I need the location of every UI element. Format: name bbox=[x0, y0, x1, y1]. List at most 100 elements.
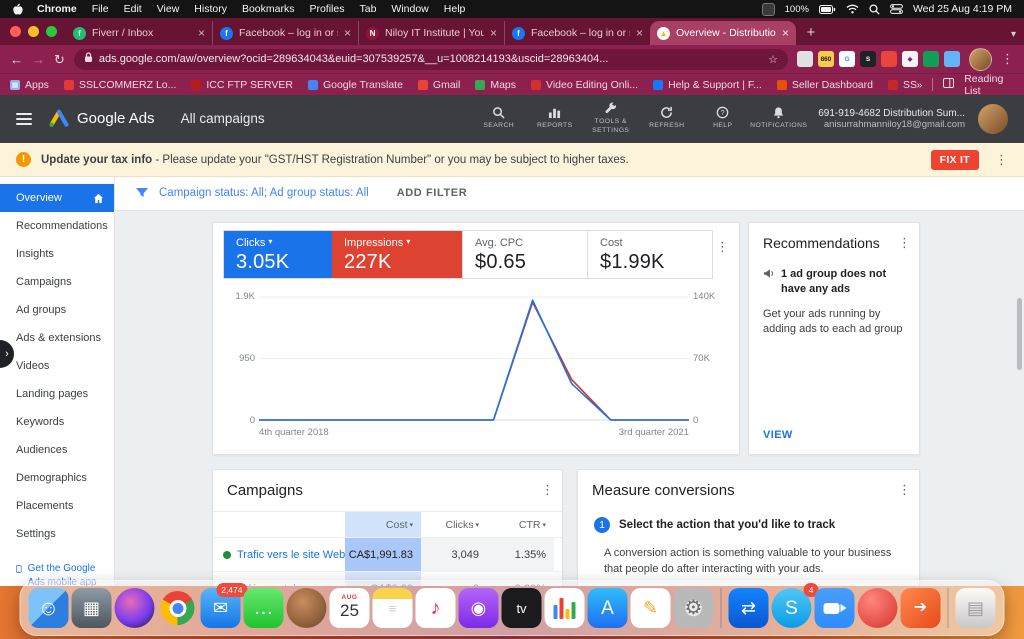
view-link[interactable]: VIEW bbox=[763, 429, 793, 441]
sidebar-item-landing-pages[interactable]: Landing pages bbox=[0, 380, 114, 408]
menubar-item-profiles[interactable]: Profiles bbox=[309, 3, 344, 15]
bookmark-star-icon[interactable]: ☆ bbox=[768, 53, 778, 66]
extension-icon[interactable] bbox=[923, 51, 939, 67]
menubar-item-view[interactable]: View bbox=[157, 3, 180, 15]
bookmark-item[interactable]: Help & Support | F... bbox=[653, 79, 762, 91]
overflow-menu-icon[interactable]: ⋮ bbox=[898, 235, 911, 251]
alert-menu-icon[interactable]: ⋮ bbox=[995, 152, 1008, 168]
reading-list-label[interactable]: Reading List bbox=[964, 73, 1014, 97]
sidebar-item-overview[interactable]: Overview bbox=[0, 184, 114, 212]
control-center-icon[interactable] bbox=[890, 4, 903, 14]
scorecard-cost[interactable]: Cost$1.99K bbox=[587, 231, 712, 278]
menubar-item-help[interactable]: Help bbox=[444, 3, 466, 15]
sidebar-item-ads-extensions[interactable]: Ads & extensions bbox=[0, 324, 114, 352]
sidebar-item-placements[interactable]: Placements bbox=[0, 492, 114, 520]
column-header-ctr[interactable]: CTR ▾ bbox=[487, 512, 554, 537]
dock-app-red-circle-icon[interactable] bbox=[858, 588, 898, 628]
bookmark-item[interactable]: Video Editing Onli... bbox=[531, 79, 638, 91]
sidebar-item-videos[interactable]: Videos bbox=[0, 352, 114, 380]
scorecard-avg-cpc[interactable]: Avg. CPC$0.65 bbox=[462, 231, 587, 278]
scorecard-impressions[interactable]: Impressions ▾227K bbox=[332, 231, 462, 278]
window-zoom-button[interactable] bbox=[46, 26, 57, 37]
tab-close-icon[interactable]: × bbox=[782, 26, 789, 40]
column-header-clicks[interactable]: Clicks ▾ bbox=[421, 512, 487, 537]
sidebar-item-campaigns[interactable]: Campaigns bbox=[0, 268, 114, 296]
profile-avatar[interactable] bbox=[969, 48, 992, 71]
window-minimize-button[interactable] bbox=[28, 26, 39, 37]
tab-search-chevron-icon[interactable]: ▾ bbox=[1011, 29, 1016, 40]
nav-tools-settings[interactable]: TOOLS & SETTINGS bbox=[586, 102, 635, 135]
page-scrollbar[interactable] bbox=[1017, 298, 1022, 370]
nav-refresh[interactable]: REFRESH bbox=[642, 106, 691, 130]
dock-app-orange-arrow-icon[interactable]: ➔ bbox=[901, 588, 941, 628]
add-filter-button[interactable]: ADD FILTER bbox=[397, 187, 468, 199]
overflow-menu-icon[interactable]: ⋮ bbox=[898, 482, 911, 498]
spotlight-search-icon[interactable] bbox=[869, 4, 880, 15]
menubar-item-history[interactable]: History bbox=[194, 3, 227, 15]
browser-tab[interactable]: ▲Overview - Distribution Summ× bbox=[650, 21, 796, 45]
dock-app-store-icon[interactable]: A bbox=[588, 588, 628, 628]
menubar-item-file[interactable]: File bbox=[92, 3, 109, 15]
dock-mail-icon[interactable]: ✉2,474 bbox=[201, 588, 241, 628]
window-close-button[interactable] bbox=[10, 26, 21, 37]
extension-icon[interactable] bbox=[881, 51, 897, 67]
menubar-item-bookmarks[interactable]: Bookmarks bbox=[242, 3, 295, 15]
extension-icon[interactable] bbox=[944, 51, 960, 67]
sidebar-item-insights[interactable]: Insights bbox=[0, 240, 114, 268]
nav-notifications[interactable]: NOTIFICATIONS bbox=[754, 106, 803, 130]
bookmark-item[interactable]: SSLCOMMERZ Lo... bbox=[64, 79, 176, 91]
account-avatar[interactable] bbox=[978, 104, 1008, 134]
dock-siri-icon[interactable] bbox=[115, 588, 155, 628]
dock-zoom-icon[interactable] bbox=[815, 588, 855, 628]
tab-close-icon[interactable]: × bbox=[490, 26, 497, 40]
campaign-link[interactable]: Trafic vers le site Web bbox=[237, 549, 345, 561]
tab-close-icon[interactable]: × bbox=[344, 26, 351, 40]
dock-teamviewer-icon[interactable]: ⇄ bbox=[729, 588, 769, 628]
reload-button[interactable]: ↻ bbox=[54, 53, 65, 66]
browser-tab[interactable]: fFiverr / Inbox× bbox=[66, 21, 212, 45]
menubar-item-chrome[interactable]: Chrome bbox=[37, 3, 77, 15]
bookmark-item[interactable]: ▦Apps bbox=[10, 79, 49, 91]
dock-calendar-icon[interactable]: AUG25 bbox=[330, 588, 370, 628]
sidebar-item-settings[interactable]: Settings bbox=[0, 520, 114, 548]
bookmark-item[interactable]: Google Translate bbox=[308, 79, 403, 91]
sidebar-item-demographics[interactable]: Demographics bbox=[0, 464, 114, 492]
bookmark-item[interactable]: ICC FTP SERVER bbox=[191, 79, 293, 91]
dock-music-icon[interactable]: ♪ bbox=[416, 588, 456, 628]
dock-notes-icon[interactable]: ≡ bbox=[373, 588, 413, 628]
browser-tab[interactable]: NNiloy IT Institute | Your better f× bbox=[358, 21, 504, 45]
dock-chrome-icon[interactable] bbox=[158, 588, 198, 628]
forward-button[interactable]: → bbox=[32, 53, 45, 66]
bookmark-item[interactable]: Seller Dashboard bbox=[777, 79, 873, 91]
extension-icon[interactable]: ◆ bbox=[902, 51, 918, 67]
address-bar[interactable]: ads.google.com/aw/overview?ocid=28963404… bbox=[74, 49, 788, 70]
nav-help[interactable]: ? HELP bbox=[698, 106, 747, 130]
dock-pencil-app-icon[interactable]: ✎ bbox=[631, 588, 671, 628]
sidebar-item-ad-groups[interactable]: Ad groups bbox=[0, 296, 114, 324]
apple-menu-icon[interactable] bbox=[12, 3, 23, 16]
bookmark-item[interactable]: Maps bbox=[475, 79, 516, 91]
nav-search[interactable]: SEARCH bbox=[474, 106, 523, 130]
menubar-item-edit[interactable]: Edit bbox=[124, 3, 142, 15]
menubar-clock[interactable]: Wed 25 Aug 4:19 PM bbox=[913, 3, 1012, 15]
screen-recording-icon[interactable] bbox=[762, 3, 775, 16]
dock-tv-icon[interactable]: tv bbox=[502, 588, 542, 628]
extension-icon[interactable]: S bbox=[860, 51, 876, 67]
new-tab-button[interactable]: + bbox=[800, 21, 822, 43]
bookmarks-overflow-chevron[interactable]: » bbox=[917, 79, 923, 91]
extension-icon[interactable]: 860 bbox=[818, 51, 834, 67]
overflow-menu-icon[interactable]: ⋮ bbox=[541, 482, 554, 498]
hamburger-menu-icon[interactable] bbox=[16, 113, 32, 125]
dock-messages-icon[interactable]: … bbox=[244, 588, 284, 628]
browser-menu-icon[interactable]: ⋮ bbox=[1001, 51, 1014, 67]
overflow-menu-icon[interactable]: ⋮ bbox=[716, 239, 729, 255]
dock-trash-icon[interactable]: ▤ bbox=[956, 588, 996, 628]
bookmark-item[interactable]: Gmail bbox=[418, 79, 460, 91]
filter-summary[interactable]: Campaign status: All; Ad group status: A… bbox=[159, 187, 369, 199]
tab-close-icon[interactable]: × bbox=[198, 26, 205, 40]
google-ads-logo[interactable]: Google Ads bbox=[48, 109, 155, 128]
nav-reports[interactable]: REPORTS bbox=[530, 106, 579, 130]
sidebar-item-recommendations[interactable]: Recommendations bbox=[0, 212, 114, 240]
extension-icon[interactable]: G bbox=[839, 51, 855, 67]
column-header-cost[interactable]: Cost ▾ bbox=[345, 512, 421, 537]
